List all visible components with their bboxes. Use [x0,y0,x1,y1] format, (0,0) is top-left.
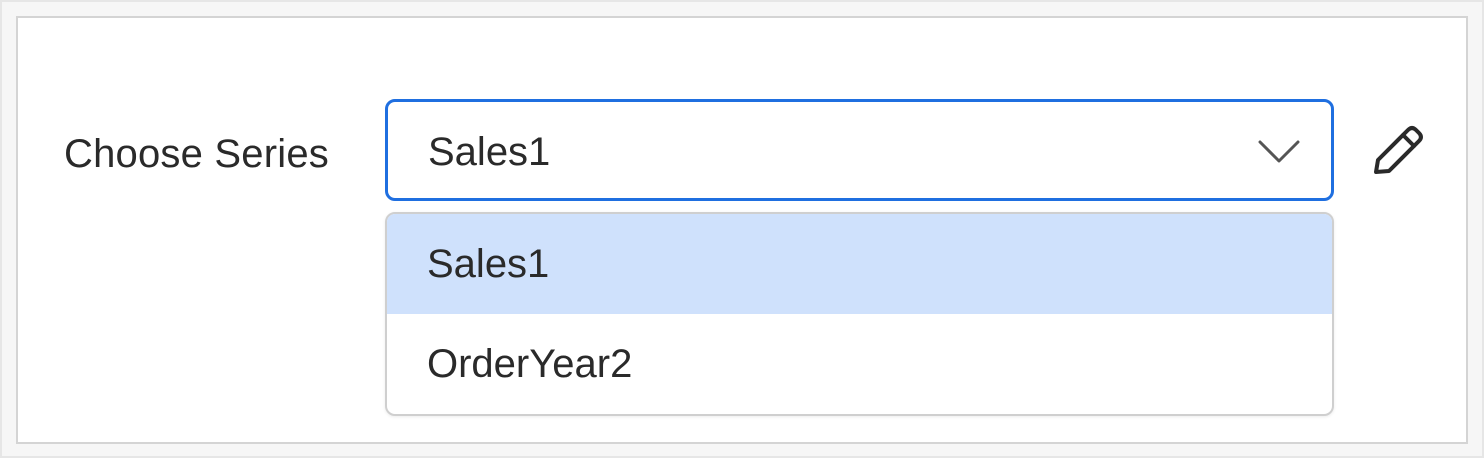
series-option-label: Sales1 [427,242,550,286]
pencil-icon[interactable] [1368,122,1426,180]
series-option-label: OrderYear2 [427,342,633,386]
series-option-orderyear2[interactable]: OrderYear2 [387,314,1332,414]
choose-series-label: Choose Series [64,132,329,176]
series-select[interactable]: Sales1 [385,99,1334,201]
chevron-down-icon [1258,140,1300,163]
series-dropdown-list: Sales1 OrderYear2 [385,212,1334,416]
series-select-value: Sales1 [428,130,551,174]
series-option-sales1[interactable]: Sales1 [387,214,1332,314]
